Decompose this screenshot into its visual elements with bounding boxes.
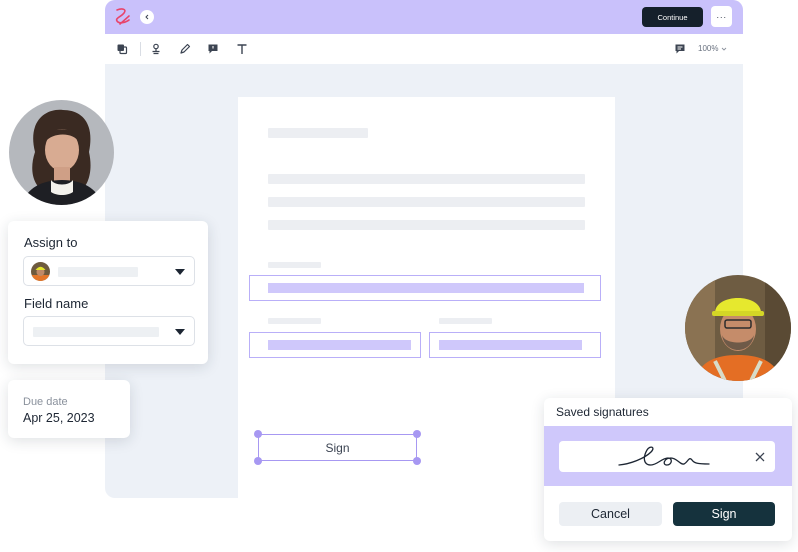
- resize-handle[interactable]: [413, 430, 421, 438]
- copy-icon[interactable]: [114, 41, 130, 57]
- document-line-placeholder: [268, 174, 585, 184]
- resize-handle[interactable]: [254, 457, 262, 465]
- due-date-card: Due date Apr 25, 2023: [8, 380, 130, 438]
- signature-image: [618, 446, 710, 466]
- resize-handle[interactable]: [413, 457, 421, 465]
- avatar: [9, 100, 114, 205]
- saved-signatures-title: Saved signatures: [556, 405, 649, 419]
- zoom-level: 100%: [698, 44, 719, 53]
- chevron-down-icon: [722, 47, 727, 51]
- field-name-select[interactable]: [23, 316, 195, 346]
- chevron-left-icon: [145, 14, 149, 20]
- zoom-dropdown[interactable]: 100%: [698, 44, 727, 53]
- signature-list: [544, 426, 792, 486]
- stamp-icon[interactable]: [148, 41, 164, 57]
- more-options-button[interactable]: ···: [711, 6, 732, 27]
- pen-icon[interactable]: [177, 41, 193, 57]
- chat-icon[interactable]: [672, 41, 688, 57]
- toolbar-divider: [140, 42, 141, 56]
- signature-field[interactable]: Sign: [258, 434, 417, 461]
- close-icon[interactable]: [754, 450, 766, 462]
- document-line-placeholder: [268, 197, 585, 207]
- assignee-avatar: [31, 262, 50, 281]
- title-bar: Continue ···: [105, 0, 743, 34]
- comment-icon[interactable]: [205, 41, 221, 57]
- chevron-down-icon: [175, 269, 185, 275]
- field-label-placeholder: [268, 262, 321, 268]
- field-name-placeholder: [33, 327, 159, 337]
- logo-icon[interactable]: [111, 5, 135, 29]
- assign-to-label: Assign to: [24, 235, 78, 250]
- due-date-value[interactable]: Apr 25, 2023: [23, 411, 95, 425]
- text-icon[interactable]: [234, 41, 250, 57]
- toolbar: 100%: [105, 34, 743, 64]
- document-line-placeholder: [268, 220, 585, 230]
- signature-field-label: Sign: [325, 440, 350, 455]
- resize-handle[interactable]: [254, 430, 262, 438]
- text-field-right[interactable]: [429, 332, 601, 358]
- continue-button[interactable]: Continue: [642, 7, 703, 27]
- assignee-select[interactable]: [23, 256, 195, 286]
- saved-signatures-card: Saved signatures Cancel Sign: [544, 398, 792, 541]
- assignee-name-placeholder: [58, 267, 138, 277]
- collapse-button[interactable]: [140, 10, 154, 24]
- field-value-placeholder: [439, 340, 582, 350]
- cancel-button[interactable]: Cancel: [559, 502, 662, 526]
- field-value-placeholder: [268, 340, 411, 350]
- text-field-full[interactable]: [249, 275, 601, 301]
- assign-card: Assign to Field name: [8, 221, 208, 364]
- due-date-label: Due date: [23, 396, 68, 408]
- field-label-placeholder: [439, 318, 492, 324]
- chevron-down-icon: [175, 329, 185, 335]
- sign-button[interactable]: Sign: [673, 502, 775, 526]
- document-title-placeholder: [268, 128, 368, 138]
- text-field-left[interactable]: [249, 332, 421, 358]
- field-name-label: Field name: [24, 296, 89, 311]
- avatar: [685, 275, 791, 381]
- field-label-placeholder: [268, 318, 321, 324]
- field-value-placeholder: [268, 283, 584, 293]
- saved-signature-item[interactable]: [559, 441, 775, 472]
